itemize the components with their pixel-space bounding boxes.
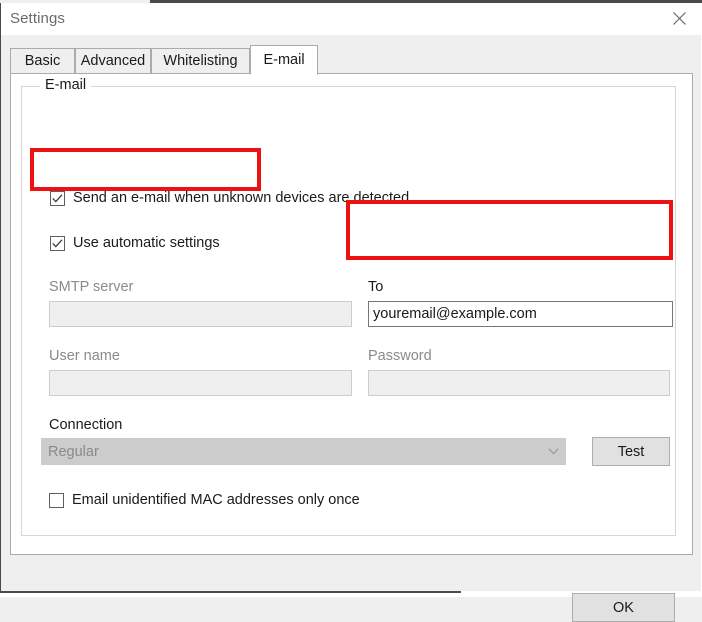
tab-basic[interactable]: Basic [10,48,75,74]
to-label: To [368,279,384,295]
group-box-title: E-mail [40,77,92,93]
checkbox-use-automatic-settings[interactable]: Use automatic settings [50,235,220,251]
tab-email[interactable]: E-mail [250,45,318,75]
settings-dialog: Settings Basic Advanced Whitelisting E-m… [0,3,702,622]
checkmark-icon [50,190,65,206]
checkbox-label: Use automatic settings [73,235,220,251]
checkmark-icon [50,235,65,251]
tab-label: E-mail [263,52,305,68]
checkbox-label: Send an e-mail when unknown devices are … [73,190,410,206]
tab-whitelisting[interactable]: Whitelisting [151,48,250,74]
dialog-client-area: Basic Advanced Whitelisting E-mail E-mai… [1,35,701,622]
smtp-server-label: SMTP server [49,279,134,295]
empty-checkbox-icon [49,492,64,508]
tab-strip: Basic Advanced Whitelisting E-mail [10,45,694,75]
email-tab-panel: E-mail Send an e-mail when unknown devic… [10,73,693,555]
ok-button-label: OK [613,599,634,616]
title-bar: Settings [0,3,702,35]
dialog-bottom-border [0,591,461,593]
checkbox-email-once[interactable]: Email unidentified MAC addresses only on… [49,492,360,508]
checkbox-label: Email unidentified MAC addresses only on… [72,492,360,508]
tab-advanced[interactable]: Advanced [75,48,151,74]
connection-label: Connection [49,417,123,433]
to-input[interactable]: youremail@example.com [368,301,673,327]
connection-selected-value: Regular [48,443,99,460]
password-input[interactable] [368,370,670,396]
chevron-down-icon [541,448,565,455]
close-icon [673,12,686,25]
user-name-input[interactable] [49,370,352,396]
test-button-label: Test [617,443,645,460]
password-label: Password [368,348,432,364]
smtp-server-input[interactable] [49,301,352,327]
tab-label: Whitelisting [163,53,238,69]
user-name-label: User name [49,348,120,364]
test-button[interactable]: Test [592,437,670,466]
ok-button[interactable]: OK [572,593,675,622]
connection-dropdown[interactable]: Regular [41,438,566,465]
close-button[interactable] [657,3,702,34]
tab-label: Basic [24,53,61,69]
tab-label: Advanced [80,53,146,69]
window-title: Settings [10,10,65,27]
checkbox-send-email[interactable]: Send an e-mail when unknown devices are … [50,190,409,206]
